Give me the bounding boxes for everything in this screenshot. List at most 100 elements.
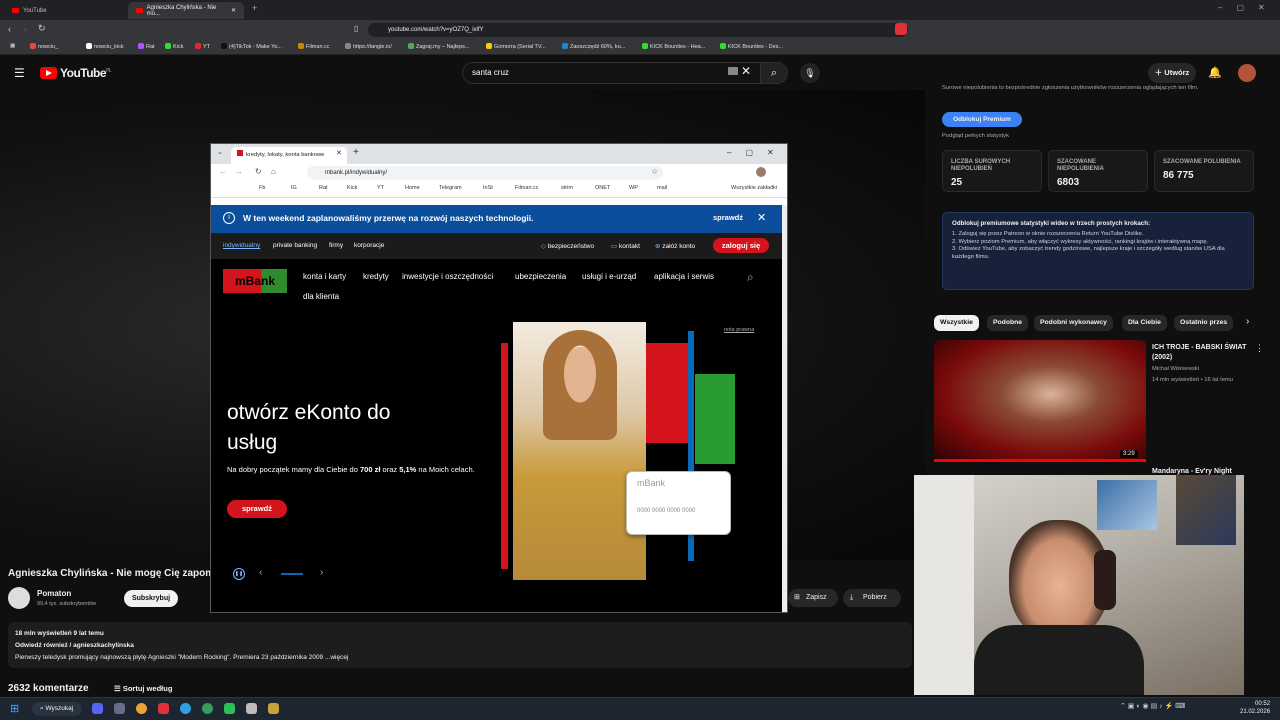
chip-all[interactable]: Wszystkie xyxy=(934,315,979,331)
back-icon[interactable]: ← xyxy=(219,167,227,176)
app-icon[interactable] xyxy=(268,703,279,714)
taskbar-search[interactable]: ⌕ Wyszukaj xyxy=(32,702,82,716)
app-icon[interactable] xyxy=(180,703,191,714)
open-account-link[interactable]: ⊕ załóż konto xyxy=(655,242,695,250)
forward-icon[interactable]: › xyxy=(24,24,27,34)
menu-app[interactable]: aplikacja i serwis xyxy=(654,272,714,281)
banner-link[interactable]: sprawdź xyxy=(713,213,743,222)
security-link[interactable]: ◇ bezpieczeństwo xyxy=(541,242,594,250)
popup-address-bar[interactable]: mbank.pl/indywidualny/ xyxy=(307,166,663,180)
segment-individual[interactable]: indywidualny xyxy=(223,242,260,249)
window-controls[interactable]: –▢✕ xyxy=(1218,3,1279,12)
bookmark-item[interactable]: Rat xyxy=(319,185,328,191)
reload-icon[interactable]: ↻ xyxy=(38,23,46,34)
youtube-logo[interactable]: YouTubePL xyxy=(40,66,112,80)
bookmark-item[interactable]: nowciu_ xyxy=(30,43,58,50)
contact-link[interactable]: ▭ kontakt xyxy=(611,242,640,250)
bookmark-item[interactable]: Rat xyxy=(138,43,155,50)
app-icon[interactable] xyxy=(202,703,213,714)
bookmark-item[interactable]: Home xyxy=(405,185,420,191)
popup-tab[interactable]: kredyty, lokaty, konta bankowe xyxy=(231,147,347,164)
pause-icon[interactable]: ❚❚ xyxy=(233,568,245,580)
channel-name[interactable]: Pomaton xyxy=(37,589,71,598)
bookmark-item[interactable]: ONET xyxy=(595,185,610,191)
bookmark-item[interactable]: Filman.cc xyxy=(298,43,330,50)
bookmark-item[interactable]: (4)TikTok - Make Yo... xyxy=(221,43,282,50)
segment-firms[interactable]: firmy xyxy=(329,242,343,249)
channel-avatar[interactable] xyxy=(8,587,30,609)
bookmark-item[interactable]: YT xyxy=(195,43,210,50)
bookmark-icon[interactable]: ▯ xyxy=(354,24,358,33)
bookmark-item[interactable]: WP xyxy=(629,185,638,191)
bookmark-item[interactable]: mail xyxy=(657,185,667,191)
menu-services[interactable]: usługi i e-urząd xyxy=(582,272,636,281)
menu-icon[interactable]: ☰ xyxy=(14,66,25,80)
back-icon[interactable]: ‹ xyxy=(8,24,11,34)
save-button[interactable]: ⊞ Zapisz xyxy=(788,589,838,607)
bookmark-item[interactable]: https://tangle.io/ xyxy=(345,43,392,50)
recommended-channel[interactable]: Michał Wiśniewski xyxy=(1152,366,1199,372)
recommended-thumbnail[interactable] xyxy=(934,340,1146,460)
prev-slide-icon[interactable]: ‹ xyxy=(259,567,262,578)
recommended-title-2[interactable]: Mandaryna - Ev'ry Night xyxy=(1152,468,1232,475)
bookmark-item[interactable]: Kick xyxy=(165,43,183,50)
chip-similar-artists[interactable]: Podobni wykonawcy xyxy=(1034,315,1113,331)
voice-search-icon[interactable]: 🎙 xyxy=(800,63,820,83)
chip-for-you[interactable]: Dla Ciebie xyxy=(1122,315,1167,331)
next-slide-icon[interactable]: › xyxy=(320,567,323,578)
unlock-premium-button[interactable]: Odblokuj Premium xyxy=(942,112,1022,127)
close-tab-icon[interactable]: ✕ xyxy=(336,149,342,157)
app-icon[interactable] xyxy=(246,703,257,714)
bookmark-item[interactable]: Fb xyxy=(259,185,265,191)
tab-search-icon[interactable]: ⌄ xyxy=(217,148,223,156)
create-button[interactable]: ＋ Utwórz xyxy=(1148,63,1196,83)
keyboard-icon[interactable] xyxy=(728,67,738,75)
chip-similar[interactable]: Podobne xyxy=(987,315,1029,331)
visit-line[interactable]: Odwiedź również / agnieszkachylinska xyxy=(15,642,134,649)
bookmark-item[interactable]: InSt xyxy=(483,185,493,191)
bookmark-item[interactable]: Kick xyxy=(347,185,357,191)
home-icon[interactable]: ⌂ xyxy=(271,167,276,176)
hero-cta-button[interactable]: sprawdź xyxy=(227,500,287,518)
bookmark-item[interactable]: Zagraj.my – Najleps... xyxy=(408,43,470,50)
windows-start-icon[interactable]: ⊞ xyxy=(10,702,19,715)
segment-private-banking[interactable]: private banking xyxy=(273,242,317,249)
download-button[interactable]: ⤓ Pobierz xyxy=(843,589,901,607)
forward-icon[interactable]: → xyxy=(235,167,243,176)
sort-button[interactable]: ☰ Sortuj według xyxy=(114,684,172,693)
search-icon[interactable]: ⌕ xyxy=(747,270,754,285)
preview-stats-link[interactable]: Podgląd pełnych statystyk xyxy=(942,133,1009,139)
new-tab-icon[interactable]: + xyxy=(252,3,257,13)
chip-recent[interactable]: Ostatnio przes xyxy=(1174,315,1234,331)
menu-investments[interactable]: inwestycje i oszczędności xyxy=(402,272,493,281)
menu-loans[interactable]: kredyty xyxy=(363,272,389,281)
bookmark-item[interactable]: KICK Bounties - Des... xyxy=(720,43,783,50)
app-icon[interactable] xyxy=(114,703,125,714)
bookmark-item[interactable]: strim xyxy=(561,185,573,191)
avatar[interactable] xyxy=(1238,64,1256,82)
browser-tab-youtube[interactable]: YouTube xyxy=(4,2,124,19)
star-icon[interactable]: ☆ xyxy=(651,167,658,176)
notifications-icon[interactable]: 🔔 xyxy=(1208,66,1222,79)
bookmark-item[interactable]: KICK Bounties - Hea... xyxy=(642,43,705,50)
all-bookmarks[interactable]: Wszystkie zakładki xyxy=(731,185,777,191)
menu-insurance[interactable]: ubezpieczenia xyxy=(515,272,566,281)
login-button[interactable]: zaloguj się xyxy=(713,238,769,253)
search-button[interactable]: ⌕ xyxy=(760,62,788,84)
segment-corporations[interactable]: korporacje xyxy=(354,242,384,249)
more-options-icon[interactable]: ⋮ xyxy=(1255,343,1264,354)
chevron-right-icon[interactable]: › xyxy=(1246,316,1249,327)
profile-avatar[interactable] xyxy=(756,167,766,177)
popup-scrollbar[interactable] xyxy=(782,205,787,612)
reload-icon[interactable]: ↻ xyxy=(255,167,262,176)
discord-icon[interactable] xyxy=(92,703,103,714)
chrome-icon[interactable] xyxy=(136,703,147,714)
bookmark-item[interactable]: nowciu_kick xyxy=(86,43,124,50)
tray-icons[interactable]: ⌃ ▣ ◐ ◉ ▤ ♪ ⚡ ⌨ xyxy=(1120,702,1185,710)
close-banner-icon[interactable]: ✕ xyxy=(757,211,766,224)
mbank-logo[interactable]: mBank xyxy=(223,269,287,293)
brave-icon[interactable] xyxy=(158,703,169,714)
clock[interactable]: 00:52 21.02.2026 xyxy=(1240,700,1270,716)
description-box[interactable] xyxy=(8,622,912,668)
legal-note-link[interactable]: nota prawna xyxy=(724,327,754,333)
